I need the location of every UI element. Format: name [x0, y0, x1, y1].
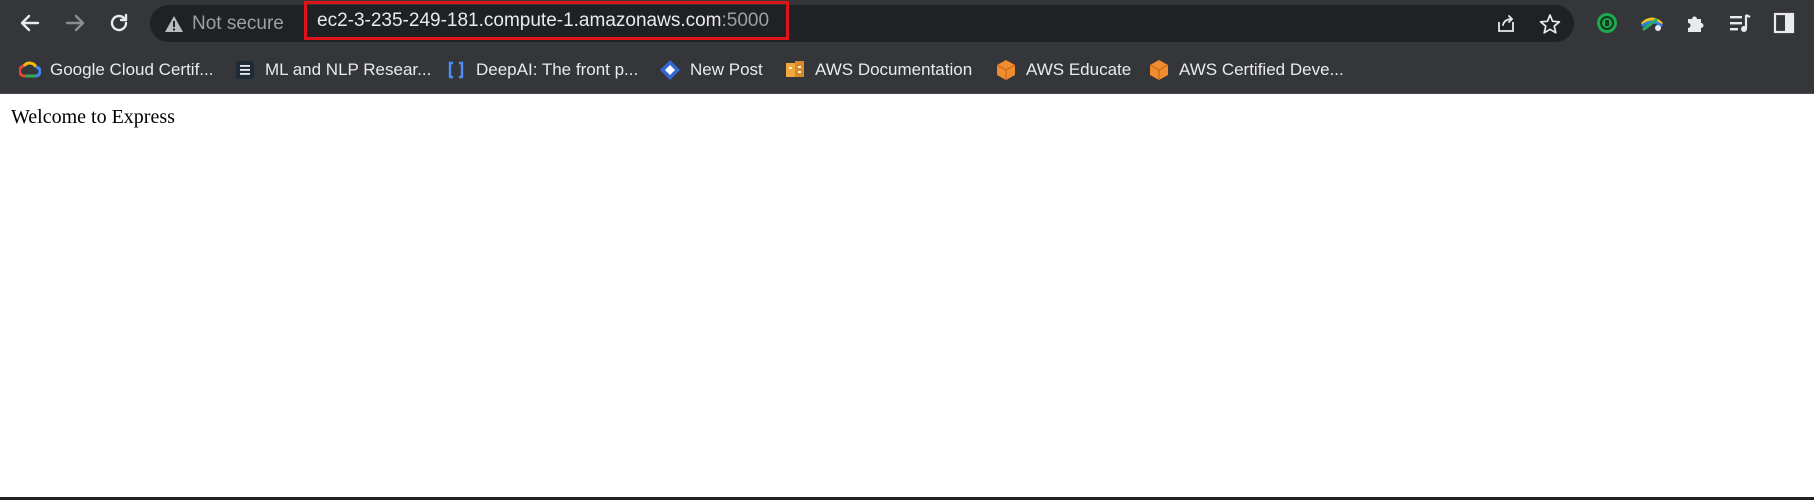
extensions-button[interactable] [1684, 11, 1708, 35]
security-indicator[interactable]: Not secure [164, 5, 284, 42]
aws-hex-icon [995, 59, 1017, 81]
bookmark-label: AWS Educate [1026, 60, 1132, 79]
forward-button[interactable] [60, 8, 90, 38]
puzzle-extensions-icon [1688, 16, 1704, 32]
brackets-icon [445, 59, 467, 81]
bookmark-aws-educate[interactable]: AWS Educate [995, 47, 1131, 93]
bookmark-aws-certified[interactable]: AWS Certified Deve... [1148, 47, 1344, 93]
bookmark-label: DeepAI: The front p... [476, 60, 639, 79]
reload-button[interactable] [104, 8, 134, 38]
warning-triangle-icon [165, 15, 183, 32]
reading-list-button[interactable] [1728, 11, 1752, 35]
url-text[interactable]: ec2-3-235-249-181.compute-1.amazonaws.co… [304, 1, 789, 40]
eye-dropper-extension-icon [1640, 17, 1664, 31]
reading-list-icon [1730, 14, 1751, 32]
eye-dropper-extension-button[interactable] [1640, 11, 1664, 35]
bookmarks-bar: Google Cloud Certif... ML and NLP Resear… [0, 47, 1814, 94]
not-secure-label: Not secure [192, 12, 284, 34]
bookmark-label: Google Cloud Certif... [50, 60, 214, 79]
diamond-icon [659, 59, 681, 81]
green-extension-button[interactable] [1595, 11, 1619, 35]
bookmark-aws-documentation[interactable]: AWS Documentation [784, 47, 972, 93]
side-panel-button[interactable] [1772, 11, 1796, 35]
bookmark-new-post[interactable]: New Post [659, 47, 763, 93]
address-bar[interactable]: Not secure ec2-3-235-249-181.compute-1.a… [150, 1, 1574, 42]
green-extension-icon [1597, 13, 1617, 33]
forward-arrow-icon [65, 14, 85, 32]
share-icon [1498, 15, 1514, 32]
google-cloud-icon [19, 59, 41, 81]
back-button[interactable] [15, 8, 45, 38]
browser-toolbar: Not secure ec2-3-235-249-181.compute-1.a… [0, 0, 1814, 47]
bookmark-ml-nlp[interactable]: ML and NLP Resear... [234, 47, 431, 93]
bookmark-deepai[interactable]: DeepAI: The front p... [445, 47, 638, 93]
star-icon [1539, 14, 1561, 34]
url-port: :5000 [721, 9, 770, 31]
bookmark-label: New Post [690, 60, 763, 79]
page-body-text: Welcome to Express [11, 106, 175, 128]
reload-icon [110, 13, 128, 32]
side-panel-icon [1773, 12, 1795, 34]
share-button[interactable] [1494, 12, 1518, 36]
bookmark-label: ML and NLP Resear... [265, 60, 432, 79]
aws-hex-icon [1148, 59, 1170, 81]
aws-box-icon [784, 59, 806, 81]
bookmark-label: AWS Documentation [815, 60, 973, 79]
bookmark-google-cloud[interactable]: Google Cloud Certif... [19, 47, 213, 93]
url-host: ec2-3-235-249-181.compute-1.amazonaws.co… [317, 9, 722, 31]
back-arrow-icon [20, 14, 40, 32]
bookmark-label: AWS Certified Deve... [1179, 60, 1344, 79]
doc-list-icon [234, 59, 256, 81]
bookmark-star-button[interactable] [1538, 12, 1562, 36]
